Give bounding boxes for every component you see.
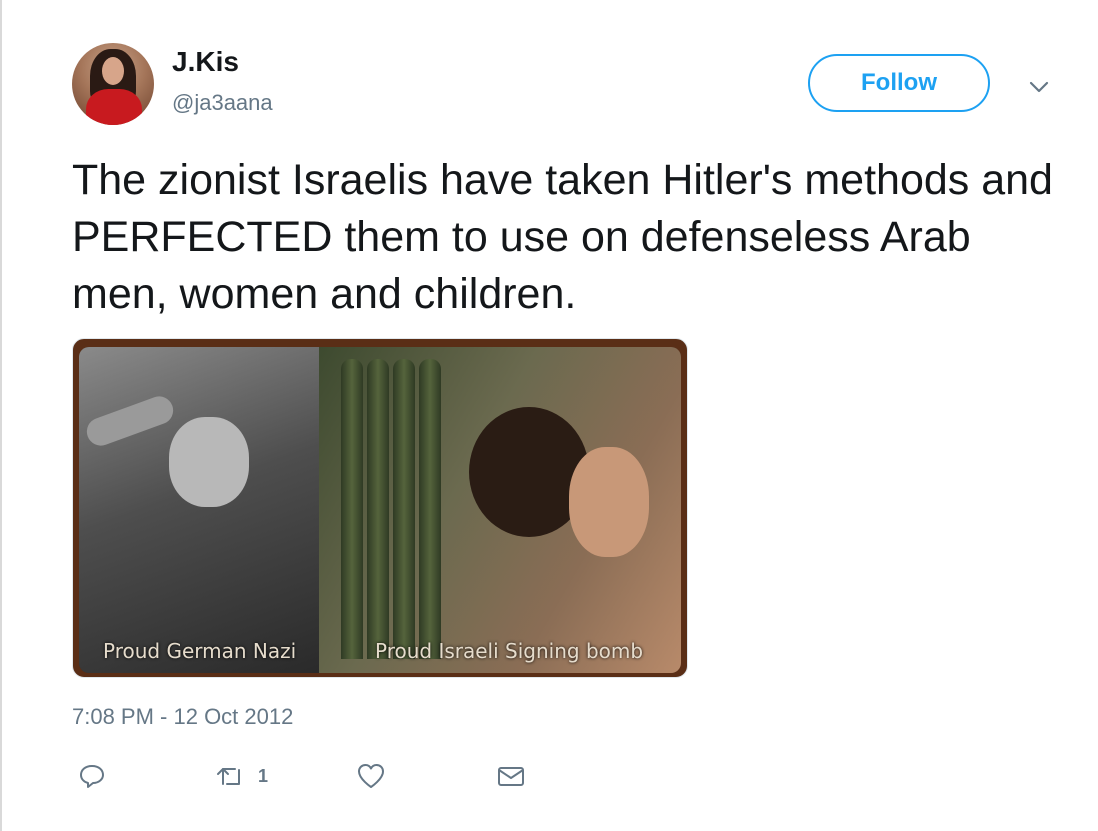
photo-shell [367,359,389,659]
media-caption-right: Proud Israeli Signing bomb [375,639,644,663]
photo-shell [393,359,415,659]
media-frame: Proud German Nazi Proud Israeli Signing … [79,347,681,673]
photo-left-face [169,417,249,507]
tweet-card: J.Kis @ja3aana Follow The zionist Israel… [0,0,1098,831]
divider [0,0,2,831]
avatar-dress [86,89,142,125]
reply-icon [78,762,106,790]
envelope-icon [496,762,526,790]
photo-shell [341,359,363,659]
reply-button[interactable] [78,758,106,794]
photo-right-panel [319,347,681,673]
like-button[interactable] [356,758,386,794]
retweet-button[interactable]: 1 [214,758,268,794]
retweet-icon [214,762,248,790]
tweet-media-image[interactable]: Proud German Nazi Proud Israeli Signing … [72,338,688,678]
direct-message-button[interactable] [496,758,526,794]
author-display-name[interactable]: J.Kis [172,46,239,78]
tweet-timestamp[interactable]: 7:08 PM - 12 Oct 2012 [72,704,293,730]
author-handle[interactable]: @ja3aana [172,90,273,116]
photo-shell [419,359,441,659]
photo-left-arm [82,392,178,450]
heart-icon [356,762,386,790]
avatar[interactable] [72,43,154,125]
photo-right-face [569,447,649,557]
follow-button[interactable]: Follow [808,54,990,112]
photo-left-panel [79,347,319,673]
media-caption-left: Proud German Nazi [103,639,297,663]
retweet-count: 1 [258,765,269,786]
avatar-face [102,57,124,85]
tweet-text: The zionist Israelis have taken Hitler's… [72,156,1053,318]
chevron-down-icon[interactable] [1024,72,1054,102]
